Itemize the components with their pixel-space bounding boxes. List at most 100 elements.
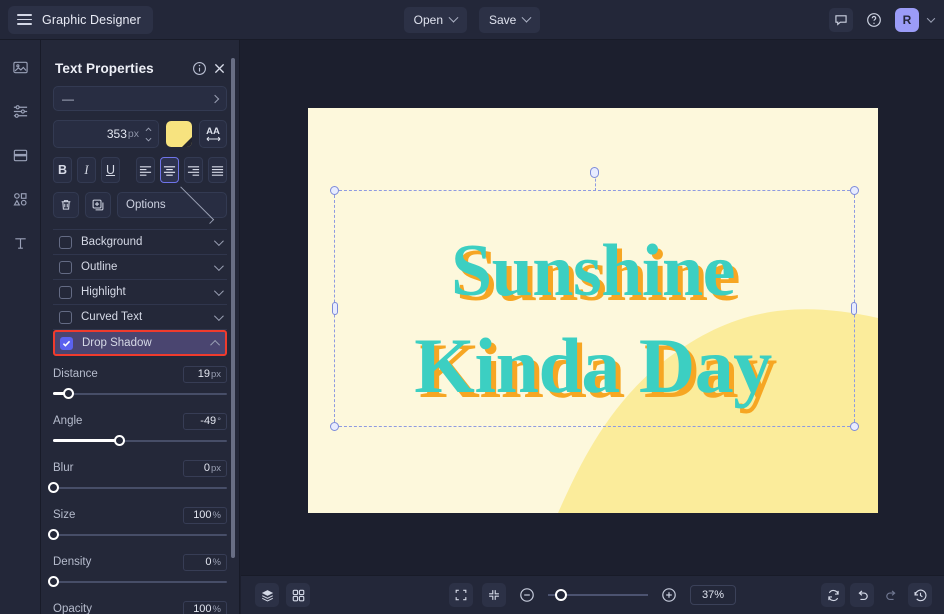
app-menu-button[interactable]: Graphic Designer: [8, 6, 153, 34]
slider-size[interactable]: [53, 526, 227, 544]
slider-label-angle: Angle: [53, 415, 183, 427]
history-icon[interactable]: [908, 583, 932, 607]
zoom-out-icon[interactable]: [515, 583, 539, 607]
checkbox-background[interactable]: [59, 236, 72, 249]
slider-handle-blur[interactable]: [48, 482, 59, 493]
sidebar-item-shapes[interactable]: [7, 186, 33, 212]
slider-angle[interactable]: [53, 432, 227, 450]
accordion-row-curved-text[interactable]: Curved Text: [53, 305, 227, 330]
italic-label: I: [84, 163, 88, 178]
resize-handle-bottom-left[interactable]: [330, 422, 339, 431]
help-icon[interactable]: [862, 8, 886, 32]
slider-density[interactable]: [53, 573, 227, 591]
rotate-handle[interactable]: [590, 167, 599, 178]
slider-value-field-opacity[interactable]: 100%: [183, 601, 227, 614]
chevron-down-icon[interactable]: [214, 286, 224, 296]
sidebar-item-adjustments[interactable]: [7, 98, 33, 124]
text-color-swatch[interactable]: [166, 121, 192, 147]
resize-handle-middle-left[interactable]: [332, 302, 338, 315]
close-icon[interactable]: [209, 58, 229, 78]
accordion-row-outline[interactable]: Outline: [53, 255, 227, 280]
save-button[interactable]: Save: [479, 7, 540, 33]
font-family-field[interactable]: —: [53, 86, 227, 111]
font-size-stepper[interactable]: [145, 127, 152, 142]
open-button[interactable]: Open: [404, 7, 467, 33]
slider-value-field-distance[interactable]: 19px: [183, 366, 227, 383]
resize-handle-top-left[interactable]: [330, 186, 339, 195]
bold-button[interactable]: B: [53, 157, 72, 183]
sidebar-item-layout[interactable]: [7, 142, 33, 168]
align-right-button[interactable]: [184, 157, 203, 183]
collapse-icon[interactable]: [482, 583, 506, 607]
selection-bounding-box[interactable]: [334, 190, 855, 427]
underline-button[interactable]: U: [101, 157, 120, 183]
bottom-bar: 37%: [241, 575, 944, 614]
reset-icon[interactable]: [821, 583, 845, 607]
sidebar-item-text[interactable]: [7, 230, 33, 256]
align-justify-button[interactable]: [208, 157, 227, 183]
font-size-input[interactable]: 353 px: [53, 120, 159, 148]
font-size-value: 353: [107, 127, 127, 141]
bottom-bar-right: [821, 583, 932, 607]
accordion-row-highlight[interactable]: Highlight: [53, 280, 227, 305]
slider-distance[interactable]: [53, 385, 227, 403]
checkbox-curved-text[interactable]: [59, 311, 72, 324]
resize-handle-top-right[interactable]: [850, 186, 859, 195]
slider-value-field-blur[interactable]: 0px: [183, 460, 227, 477]
align-center-button[interactable]: [160, 157, 179, 183]
slider-label-size: Size: [53, 509, 183, 521]
chevron-down-icon[interactable]: [214, 261, 224, 271]
checkbox-drop-shadow[interactable]: [60, 337, 73, 350]
zoom-level-badge[interactable]: 37%: [690, 585, 736, 605]
duplicate-icon[interactable]: [85, 192, 111, 218]
app-title: Graphic Designer: [42, 13, 141, 27]
accordion-list: BackgroundOutline Highlight Curved TextDro…: [53, 229, 227, 356]
resize-handle-middle-right[interactable]: [851, 302, 857, 315]
slider-unit-distance: px: [211, 369, 221, 380]
chevron-up-icon[interactable]: [210, 339, 220, 349]
options-button[interactable]: Options: [117, 192, 227, 218]
panel-scrollbar[interactable]: [231, 58, 235, 558]
letter-spacing-button[interactable]: AA: [199, 120, 227, 148]
slider-value-blur: 0: [204, 462, 210, 474]
slider-blur[interactable]: [53, 479, 227, 497]
accordion-row-background[interactable]: Background: [53, 230, 227, 255]
chevron-down-icon[interactable]: [214, 236, 224, 246]
info-icon[interactable]: [189, 58, 209, 78]
save-button-label: Save: [489, 13, 516, 27]
underline-label: U: [106, 163, 115, 177]
undo-icon[interactable]: [850, 583, 874, 607]
slider-value-field-density[interactable]: 0%: [183, 554, 227, 571]
slider-unit-size: %: [213, 510, 221, 521]
slider-value-field-angle[interactable]: -49°: [183, 413, 227, 430]
fit-screen-icon[interactable]: [449, 583, 473, 607]
slider-header-size: Size100%: [53, 506, 227, 524]
slider-value-field-size[interactable]: 100%: [183, 507, 227, 524]
slider-handle-angle[interactable]: [114, 435, 125, 446]
slider-label-opacity: Opacity: [53, 603, 183, 614]
checkbox-outline[interactable]: [59, 261, 72, 274]
slider-handle-distance[interactable]: [63, 388, 74, 399]
trash-icon[interactable]: [53, 192, 79, 218]
sidebar-item-image[interactable]: [7, 54, 33, 80]
zoom-slider-handle[interactable]: [555, 589, 567, 601]
resize-handle-bottom-right[interactable]: [850, 422, 859, 431]
accordion-label: Highlight: [81, 286, 205, 298]
italic-button[interactable]: I: [77, 157, 96, 183]
slider-handle-density[interactable]: [48, 576, 59, 587]
align-left-button[interactable]: [136, 157, 155, 183]
comment-icon[interactable]: [829, 8, 853, 32]
chevron-down-icon[interactable]: [214, 311, 224, 321]
checkbox-highlight[interactable]: [59, 286, 72, 299]
accordion-row-drop-shadow[interactable]: Drop Shadow: [53, 330, 227, 356]
zoom-slider[interactable]: [548, 588, 648, 602]
account-chevron-down-icon[interactable]: [927, 14, 935, 22]
hamburger-icon[interactable]: [17, 14, 32, 25]
slider-header-distance: Distance19px: [53, 365, 227, 383]
avatar[interactable]: R: [895, 8, 919, 32]
slider-value-opacity: 100: [193, 603, 211, 614]
slider-header-blur: Blur0px: [53, 459, 227, 477]
zoom-in-icon[interactable]: [657, 583, 681, 607]
redo-icon[interactable]: [879, 583, 903, 607]
slider-handle-size[interactable]: [48, 529, 59, 540]
